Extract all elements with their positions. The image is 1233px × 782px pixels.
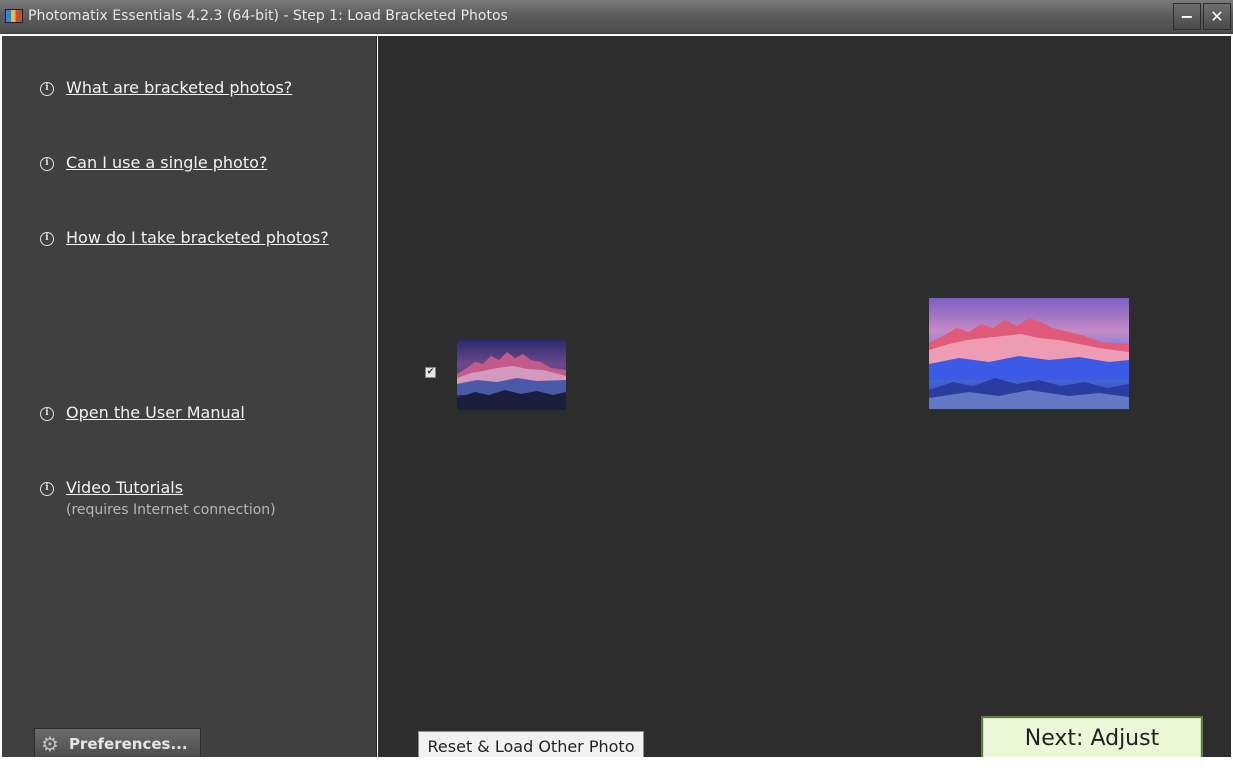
- photo-preview: [929, 298, 1129, 409]
- info-icon: i: [40, 82, 54, 96]
- help-link-single-photo[interactable]: i Can I use a single photo?: [40, 150, 267, 176]
- photo-include-checkbox[interactable]: ✔: [425, 367, 436, 378]
- mountain-preview-image: [929, 298, 1129, 409]
- close-button[interactable]: ✕: [1203, 3, 1231, 30]
- help-sidebar: i What are bracketed photos? i Can I use…: [2, 36, 377, 760]
- gear-icon: ⚙: [41, 732, 59, 756]
- help-link-label[interactable]: What are bracketed photos?: [66, 75, 292, 101]
- window-bottom-edge: [0, 757, 1233, 782]
- info-icon: i: [40, 157, 54, 171]
- photo-area: ✔ Reset & Load Other Photo Next: Adjust: [378, 36, 1231, 763]
- help-link-video-tutorials[interactable]: i Video Tutorials: [40, 475, 183, 501]
- photo-thumbnail[interactable]: [457, 340, 566, 410]
- info-icon: i: [40, 407, 54, 421]
- help-link-label[interactable]: Video Tutorials: [66, 475, 183, 501]
- info-icon: i: [40, 232, 54, 246]
- next-adjust-button[interactable]: Next: Adjust: [981, 716, 1203, 762]
- video-note: (requires Internet connection): [66, 502, 276, 518]
- help-link-label[interactable]: Can I use a single photo?: [66, 150, 267, 176]
- mountain-thumbnail-image: [457, 340, 566, 410]
- info-icon: i: [40, 482, 54, 496]
- app-window: Photomatix Essentials 4.2.3 (64-bit) - S…: [0, 0, 1233, 782]
- window-title: Photomatix Essentials 4.2.3 (64-bit) - S…: [28, 8, 508, 24]
- help-link-label[interactable]: Open the User Manual: [66, 400, 245, 426]
- help-link-user-manual[interactable]: i Open the User Manual: [40, 400, 245, 426]
- help-link-bracketed-photos[interactable]: i What are bracketed photos?: [40, 75, 292, 101]
- help-link-label[interactable]: How do I take bracketed photos?: [66, 225, 329, 251]
- help-link-take-bracketed[interactable]: i How do I take bracketed photos?: [40, 225, 329, 251]
- minimize-button[interactable]: −: [1173, 3, 1201, 30]
- app-icon: [5, 9, 23, 23]
- title-bar[interactable]: Photomatix Essentials 4.2.3 (64-bit) - S…: [0, 0, 1233, 34]
- preferences-button[interactable]: ⚙ Preferences...: [34, 728, 201, 760]
- preferences-label: Preferences...: [68, 735, 188, 753]
